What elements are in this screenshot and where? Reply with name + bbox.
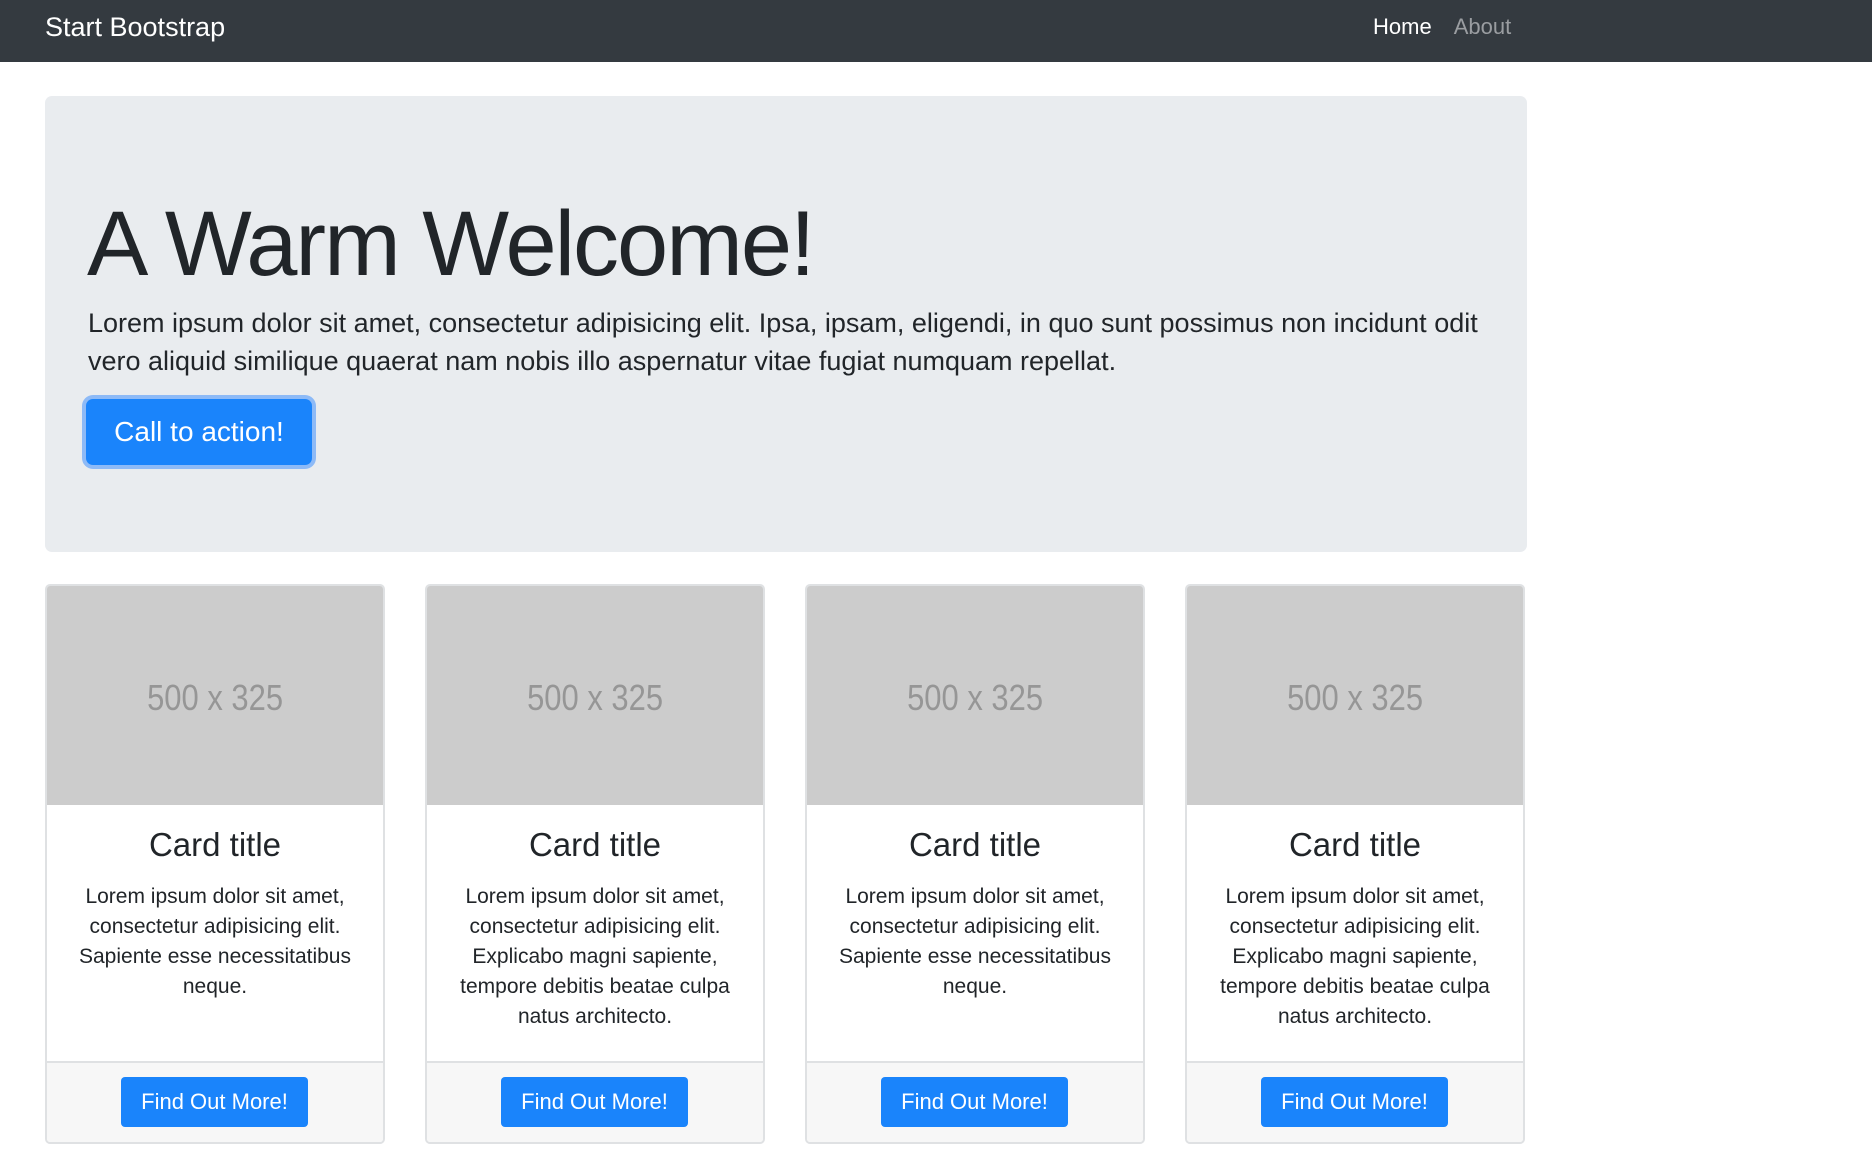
card-title: Card title xyxy=(1288,826,1422,863)
brand-link[interactable]: Start Bootstrap xyxy=(45,10,225,44)
card-text: Lorem ipsum dolor sit amet, consectetur … xyxy=(78,885,351,998)
card-text: Lorem ipsum dolor sit amet, consectetur … xyxy=(838,885,1111,998)
card-footer: Find Out More! xyxy=(427,1061,763,1142)
card-1: 500 x 325 Card title Lorem ipsum dolor s… xyxy=(45,584,385,1144)
call-to-action-button[interactable]: Call to action! xyxy=(86,399,312,465)
jumbotron: A Warm Welcome! Lorem ipsum dolor sit am… xyxy=(45,96,1527,552)
card-image-placeholder: 500 x 325 xyxy=(427,586,763,805)
card-body: Card title Lorem ipsum dolor sit amet, c… xyxy=(807,805,1143,1061)
card-body: Card title Lorem ipsum dolor sit amet, c… xyxy=(1187,805,1523,1061)
card-text: Lorem ipsum dolor sit amet, consectetur … xyxy=(1220,885,1490,1028)
card-body: Card title Lorem ipsum dolor sit amet, c… xyxy=(47,805,383,1061)
card-image-placeholder: 500 x 325 xyxy=(807,586,1143,805)
find-out-more-button[interactable]: Find Out More! xyxy=(121,1077,308,1127)
hero-title: A Warm Welcome! xyxy=(87,193,816,295)
find-out-more-button[interactable]: Find Out More! xyxy=(501,1077,688,1127)
card-image-label: 500 x 325 xyxy=(146,676,283,718)
find-out-more-button[interactable]: Find Out More! xyxy=(881,1077,1068,1127)
card-footer: Find Out More! xyxy=(807,1061,1143,1142)
card-footer: Find Out More! xyxy=(47,1061,383,1142)
nav-links: Home About xyxy=(1373,12,1511,42)
card-title: Card title xyxy=(908,826,1042,863)
card-2: 500 x 325 Card title Lorem ipsum dolor s… xyxy=(425,584,765,1144)
find-out-more-button[interactable]: Find Out More! xyxy=(1261,1077,1448,1127)
card-title: Card title xyxy=(148,826,282,863)
nav-link-home[interactable]: Home xyxy=(1373,12,1432,42)
navbar: Start Bootstrap Home About xyxy=(0,0,1872,62)
card-footer: Find Out More! xyxy=(1187,1061,1523,1142)
card-image-label: 500 x 325 xyxy=(526,676,663,718)
card-3: 500 x 325 Card title Lorem ipsum dolor s… xyxy=(805,584,1145,1144)
card-title: Card title xyxy=(528,826,662,863)
card-4: 500 x 325 Card title Lorem ipsum dolor s… xyxy=(1185,584,1525,1144)
card-image-placeholder: 500 x 325 xyxy=(47,586,383,805)
hero-lead-text: Lorem ipsum dolor sit amet, consectetur … xyxy=(88,308,1478,376)
nav-link-about[interactable]: About xyxy=(1454,12,1512,42)
card-image-placeholder: 500 x 325 xyxy=(1187,586,1523,805)
card-text: Lorem ipsum dolor sit amet, consectetur … xyxy=(460,885,730,1028)
card-body: Card title Lorem ipsum dolor sit amet, c… xyxy=(427,805,763,1061)
card-image-label: 500 x 325 xyxy=(906,676,1043,718)
card-image-label: 500 x 325 xyxy=(1286,676,1423,718)
